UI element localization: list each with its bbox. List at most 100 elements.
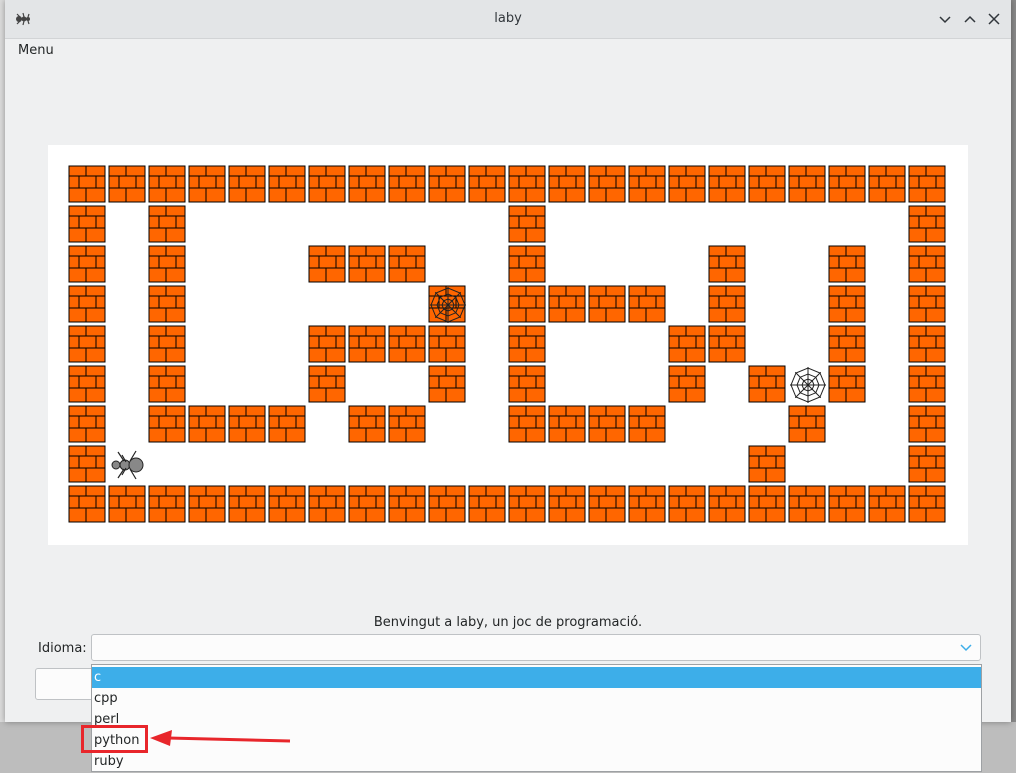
brick-wall-tile — [868, 165, 906, 203]
minimize-icon[interactable] — [935, 9, 955, 29]
brick-wall-tile — [68, 325, 106, 363]
brick-wall-tile — [188, 405, 226, 443]
brick-wall-tile — [828, 285, 866, 323]
brick-wall-tile — [68, 485, 106, 523]
python-highlight-box — [81, 725, 148, 753]
brick-wall-tile — [508, 485, 546, 523]
brick-wall-tile — [348, 325, 386, 363]
language-option-perl[interactable]: perl — [92, 709, 981, 730]
brick-wall-tile — [908, 165, 946, 203]
title-bar[interactable]: laby — [5, 0, 1011, 39]
brick-wall-tile — [308, 165, 346, 203]
brick-wall-tile — [308, 365, 346, 403]
brick-wall-tile — [68, 205, 106, 243]
brick-wall-tile — [748, 165, 786, 203]
brick-wall-tile — [348, 165, 386, 203]
laby-window: laby Menu Benvingut a laby, un joc de pr… — [5, 0, 1011, 722]
brick-wall-tile — [668, 485, 706, 523]
brick-wall-tile — [308, 245, 346, 283]
brick-wall-tile — [748, 365, 786, 403]
brick-wall-tile — [908, 365, 946, 403]
brick-wall-tile — [68, 365, 106, 403]
brick-wall-tile — [508, 285, 546, 323]
brick-wall-tile — [388, 405, 426, 443]
brick-wall-tile — [228, 485, 266, 523]
brick-wall-tile — [628, 485, 666, 523]
brick-wall-tile — [268, 485, 306, 523]
brick-wall-tile — [708, 285, 746, 323]
brick-wall-tile — [668, 325, 706, 363]
brick-wall-tile — [908, 205, 946, 243]
brick-wall-tile — [148, 165, 186, 203]
brick-wall-tile — [468, 485, 506, 523]
language-label: Idioma: — [38, 641, 87, 656]
brick-wall-tile — [908, 245, 946, 283]
brick-wall-tile — [428, 325, 466, 363]
brick-wall-tile — [908, 445, 946, 483]
language-dropdown-list: c cpp perl python ruby — [91, 664, 982, 772]
brick-wall-tile — [148, 405, 186, 443]
brick-wall-tile — [668, 365, 706, 403]
brick-wall-tile — [68, 445, 106, 483]
brick-wall-tile — [388, 245, 426, 283]
spider-web-icon — [790, 367, 826, 403]
brick-wall-tile — [628, 405, 666, 443]
brick-wall-tile — [828, 325, 866, 363]
brick-wall-tile — [868, 485, 906, 523]
brick-wall-tile — [828, 245, 866, 283]
language-option-c[interactable]: c — [92, 667, 981, 688]
brick-wall-tile — [588, 285, 626, 323]
brick-wall-tile — [148, 205, 186, 243]
menu-bar: Menu — [5, 39, 1011, 63]
brick-wall-tile — [508, 205, 546, 243]
brick-wall-tile — [828, 485, 866, 523]
maze-canvas — [48, 145, 968, 545]
language-option-ruby[interactable]: ruby — [92, 751, 981, 772]
brick-wall-tile — [348, 405, 386, 443]
brick-wall-tile — [508, 365, 546, 403]
brick-wall-tile — [708, 485, 746, 523]
spider-web-icon — [430, 287, 466, 323]
brick-wall-tile — [388, 165, 426, 203]
brick-wall-tile — [308, 485, 346, 523]
menu-button[interactable]: Menu — [18, 43, 54, 58]
brick-wall-tile — [908, 485, 946, 523]
brick-wall-tile — [548, 405, 586, 443]
close-icon[interactable] — [984, 9, 1004, 29]
brick-wall-tile — [68, 245, 106, 283]
partially-hidden-button[interactable] — [35, 668, 97, 700]
brick-wall-tile — [628, 165, 666, 203]
brick-wall-tile — [788, 165, 826, 203]
brick-wall-tile — [748, 445, 786, 483]
brick-wall-tile — [268, 165, 306, 203]
brick-wall-tile — [348, 485, 386, 523]
language-option-cpp[interactable]: cpp — [92, 688, 981, 709]
brick-wall-tile — [148, 325, 186, 363]
brick-wall-tile — [788, 405, 826, 443]
brick-wall-tile — [428, 165, 466, 203]
brick-wall-tile — [708, 245, 746, 283]
language-select[interactable] — [91, 634, 981, 661]
brick-wall-tile — [468, 165, 506, 203]
brick-wall-tile — [188, 165, 226, 203]
brick-wall-tile — [748, 485, 786, 523]
brick-wall-tile — [708, 325, 746, 363]
brick-wall-tile — [148, 285, 186, 323]
brick-wall-tile — [588, 405, 626, 443]
brick-wall-tile — [908, 325, 946, 363]
brick-wall-tile — [108, 165, 146, 203]
brick-wall-tile — [508, 245, 546, 283]
brick-wall-tile — [908, 285, 946, 323]
brick-wall-tile — [628, 285, 666, 323]
window-title: laby — [494, 11, 522, 26]
brick-wall-tile — [388, 325, 426, 363]
brick-wall-tile — [908, 405, 946, 443]
brick-wall-tile — [388, 485, 426, 523]
maze-drawing — [68, 165, 946, 523]
brick-wall-tile — [68, 405, 106, 443]
brick-wall-tile — [148, 485, 186, 523]
brick-wall-tile — [428, 365, 466, 403]
brick-wall-tile — [708, 165, 746, 203]
maximize-icon[interactable] — [960, 9, 980, 29]
ant-player-icon — [111, 450, 144, 480]
